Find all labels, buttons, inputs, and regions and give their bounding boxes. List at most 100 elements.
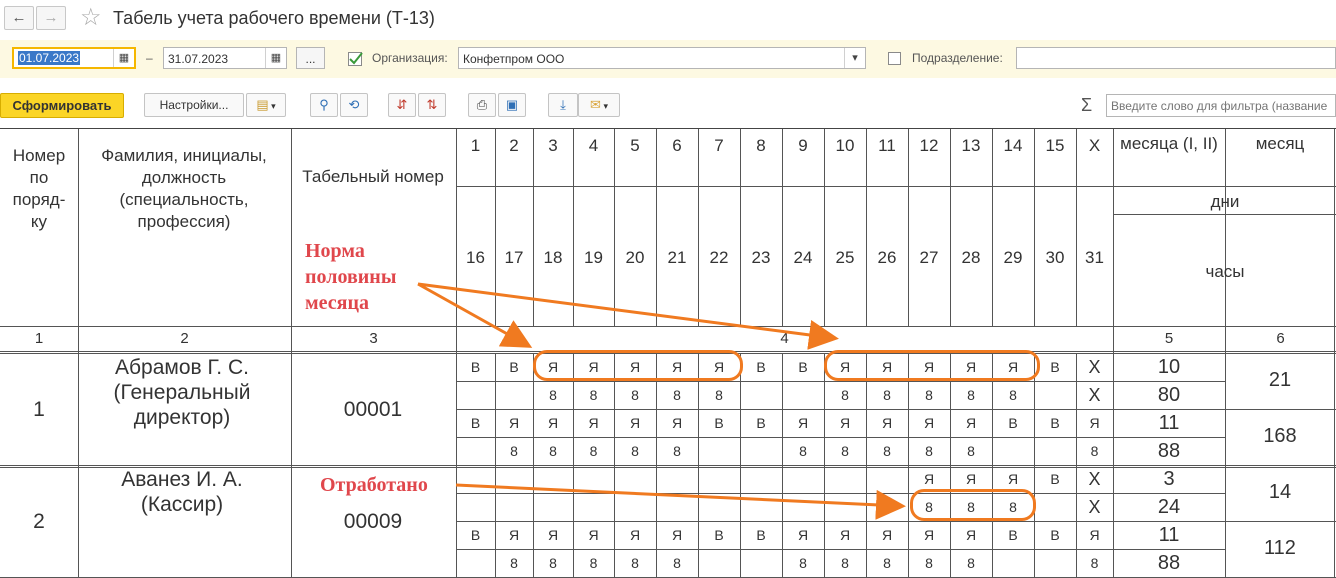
favorite-star-icon[interactable]: ☆: [80, 3, 102, 32]
grid-vline: [908, 129, 909, 326]
day-cell: 8: [841, 443, 849, 459]
forward-button[interactable]: →: [36, 6, 66, 30]
day-number: 8: [756, 136, 766, 155]
grid-vline: [866, 129, 867, 326]
day-cell: Я: [839, 527, 851, 543]
grid-vline: [533, 129, 534, 326]
column-number: 2: [180, 330, 189, 347]
window-title: Табель учета рабочего времени (Т-13): [113, 8, 435, 28]
day-cell: В: [756, 359, 766, 375]
dropdown-arrow-icon[interactable]: ▾: [844, 48, 865, 68]
day-number: 4: [588, 136, 599, 155]
date-to-field[interactable]: 31.07.2023 ▦: [163, 47, 287, 69]
grid-vline: [1034, 129, 1035, 326]
search-button[interactable]: ⚲: [310, 93, 338, 117]
column-number: 4: [780, 330, 789, 347]
organization-field[interactable]: Конфетпром ООО ▾: [458, 47, 866, 69]
day-cell: Я: [547, 527, 559, 543]
day-number: 15: [1045, 136, 1065, 155]
calendar-icon[interactable]: ▦: [113, 49, 134, 67]
day-cell: 8: [631, 387, 639, 403]
day-number: 6: [672, 136, 682, 155]
date-from-field[interactable]: 01.07.2023 ▦: [12, 47, 136, 69]
collapse-groups-button[interactable]: ⇅: [418, 93, 446, 117]
settings-button[interactable]: Настройки...: [144, 93, 244, 117]
filter-search-input[interactable]: [1106, 94, 1336, 117]
day-cell: Я: [923, 527, 935, 543]
day-cell: В: [756, 527, 766, 543]
grid-hline: [456, 437, 1225, 438]
send-email-button[interactable]: ✉ ▾: [578, 93, 620, 117]
grid-hline: [456, 493, 1225, 494]
day-cell: В: [1050, 527, 1060, 543]
grid-hline: [1113, 186, 1336, 187]
grid-vline: [1076, 129, 1077, 326]
header-name: Фамилия, инициалы, должность (специально…: [101, 146, 267, 231]
day-cell: Я: [965, 471, 977, 487]
day-number: 17: [504, 248, 524, 267]
annotation-norm-half-month: Норма половины месяца: [305, 240, 397, 314]
highlight-oval-worked: [910, 489, 1036, 521]
day-number: 28: [961, 248, 981, 267]
grid-vline: [950, 129, 951, 326]
variants-button[interactable]: ▤ ▾: [246, 93, 286, 117]
employee-name: Абрамов Г. С. (Генеральный директор): [113, 356, 251, 429]
generate-button[interactable]: Сформировать: [0, 93, 124, 118]
grid-hline: [456, 409, 1225, 410]
department-field[interactable]: [1016, 47, 1336, 69]
department-checkbox[interactable]: [888, 52, 901, 65]
sort-expand-icon: ⇵: [396, 97, 408, 112]
chevron-down-icon: ▾: [600, 101, 608, 111]
day-cell: 8: [883, 555, 891, 571]
day-cell: 8: [549, 387, 557, 403]
day-cell: 8: [967, 387, 975, 403]
organization-checkbox[interactable]: [348, 52, 363, 66]
calendar-icon[interactable]: ▦: [265, 48, 286, 68]
period-button[interactable]: ...: [296, 47, 325, 69]
day-cell: 8: [799, 555, 807, 571]
day-cell: В: [756, 415, 766, 431]
half-month-total: 80: [1157, 384, 1181, 406]
day-number: 18: [543, 248, 563, 267]
search-refresh-icon: ⟲: [348, 97, 360, 112]
search-replace-button[interactable]: ⟲: [340, 93, 368, 117]
day-cell: Я: [588, 527, 599, 543]
day-cell: 8: [883, 443, 891, 459]
print-preview-icon: ▣: [505, 97, 519, 112]
day-cell: 8: [589, 387, 598, 403]
day-cell: X: [1088, 385, 1101, 405]
save-button[interactable]: ⤓: [548, 93, 578, 117]
day-number: 2: [509, 136, 519, 155]
grid-vline: [782, 129, 783, 326]
sum-icon[interactable]: Σ: [1081, 95, 1092, 116]
day-cell: В: [714, 415, 724, 431]
day-cell: 8: [841, 387, 849, 403]
employee-name: Аванез И. А. (Кассир): [121, 468, 243, 516]
day-number: 16: [466, 248, 485, 267]
day-cell: Я: [547, 415, 559, 431]
day-cell: 8: [883, 387, 891, 403]
back-button[interactable]: ←: [4, 6, 34, 30]
day-number: 21: [667, 248, 687, 267]
header-days: дни: [1210, 192, 1240, 211]
day-cell: Я: [797, 415, 809, 431]
preview-button[interactable]: ▣: [498, 93, 526, 117]
grid-vline: [495, 129, 496, 326]
day-cell: Я: [1007, 471, 1019, 487]
day-cell: В: [470, 359, 481, 375]
day-cell: 8: [1009, 387, 1017, 403]
expand-groups-button[interactable]: ⇵: [388, 93, 416, 117]
date-to-value: 31.07.2023: [168, 52, 229, 66]
half-month-total: 10: [1157, 356, 1181, 378]
folder-settings-icon: ▤: [256, 97, 269, 112]
header-tab-number: Табельный номер: [302, 167, 444, 186]
day-cell: В: [1050, 415, 1060, 431]
grid-vline: [740, 129, 741, 326]
half-month-total: 11: [1158, 524, 1180, 546]
grid-hline: [456, 186, 1113, 187]
print-button[interactable]: ⎙: [468, 93, 496, 117]
day-cell: Я: [839, 415, 851, 431]
day-cell: Я: [1089, 527, 1100, 543]
day-cell: 8: [589, 555, 598, 571]
day-cell: 8: [841, 555, 849, 571]
